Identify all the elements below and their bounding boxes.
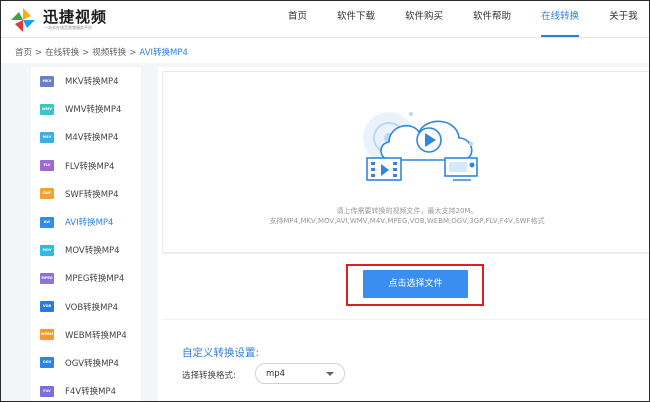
mkv-file-icon: MKV: [40, 75, 54, 87]
sidebar-item-label: AVI转换MP4: [65, 218, 114, 229]
sidebar-item-label: M4V转换MP4: [65, 133, 119, 144]
sidebar-item-label: WMV转换MP4: [65, 105, 122, 116]
swf-file-icon: SWF: [40, 188, 54, 200]
nav-home[interactable]: 首页: [271, 1, 322, 37]
sidebar-item-wmv[interactable]: WMV WMV转换MP4: [31, 95, 141, 123]
format-label: 选择转换格式:: [182, 371, 236, 381]
sidebar: MKV MKV转换MP4 WMV WMV转换MP4 M4V M4V转换MP4 FLV F…: [31, 67, 141, 401]
flv-file-icon: FLV: [40, 160, 54, 172]
divider: [162, 319, 649, 320]
vob-file-icon: VOB: [40, 301, 54, 313]
sidebar-item-label: F4V转换MP4: [65, 387, 116, 398]
breadcrumb-separator: >: [129, 48, 137, 58]
browser-frame: 迅捷视频 一站式在线音视频服务平台 首页 软件下载 软件购买 软件帮助 在线转换…: [0, 0, 650, 402]
logo-pinwheel-icon: [11, 8, 35, 32]
breadcrumb-current: AVI转换MP4: [139, 48, 188, 58]
sidebar-item-label: OGV转换MP4: [65, 358, 119, 369]
sidebar-item-flv[interactable]: FLV FLV转换MP4: [31, 152, 141, 180]
sidebar-item-label: WEBM转换MP4: [65, 330, 127, 341]
breadcrumb-video-convert[interactable]: 视频转换: [92, 48, 126, 58]
upload-tip-formats: 支持MP4,MKV,MOV,AVI,WMV,M4V,MPEG,VOB,WEBM,…: [269, 217, 545, 225]
breadcrumb: 首页 > 在线转换 > 视频转换 > AVI转换MP4: [15, 46, 188, 58]
divider: [162, 253, 649, 254]
sidebar-item-mkv[interactable]: MKV MKV转换MP4: [31, 67, 141, 95]
format-select-value: mp4: [266, 369, 286, 379]
sidebar-item-label: MOV转换MP4: [65, 246, 120, 257]
breadcrumb-online-convert[interactable]: 在线转换: [45, 48, 79, 58]
sidebar-item-avi[interactable]: AVI AVI转换MP4: [31, 208, 141, 236]
logo-subtitle: 一站式在线音视频服务平台: [44, 25, 92, 30]
upload-tip-size: 请上传需要转换的视频文件，最大支持20M。: [336, 207, 478, 215]
sidebar-item-label: VOB转换MP4: [65, 302, 119, 313]
sidebar-item-webm[interactable]: WEBM WEBM转换MP4: [31, 321, 141, 349]
converter-panel: 请上传需要转换的视频文件，最大支持20M。 支持MP4,MKV,MOV,AVI,…: [158, 67, 649, 401]
chevron-down-icon: [326, 372, 334, 376]
sidebar-item-label: FLV转换MP4: [65, 161, 115, 172]
sidebar-item-label: MPEG转换MP4: [65, 274, 125, 285]
breadcrumb-separator: >: [82, 48, 90, 58]
f4v-file-icon: F4V: [40, 385, 54, 397]
logo-text: 迅捷视频: [43, 8, 108, 26]
sidebar-item-label: MKV转换MP4: [65, 77, 119, 88]
format-select[interactable]: mp4: [255, 363, 345, 384]
custom-settings-title: 自定义转换设置:: [182, 347, 260, 359]
nav-about[interactable]: 关于我: [594, 1, 649, 37]
nav-software-help[interactable]: 软件帮助: [458, 1, 526, 37]
sidebar-item-ogv[interactable]: OGV OGV转换MP4: [31, 349, 141, 377]
select-file-button[interactable]: 点击选择文件: [363, 270, 468, 298]
nav-online-convert[interactable]: 在线转换: [526, 1, 594, 37]
sidebar-item-mov[interactable]: MOV MOV转换MP4: [31, 236, 141, 264]
cloud-video-upload-icon: [363, 112, 478, 181]
mov-file-icon: MOV: [40, 244, 54, 256]
ogv-file-icon: OGV: [40, 357, 54, 369]
sidebar-item-m4v[interactable]: M4V M4V转换MP4: [31, 123, 141, 151]
webm-file-icon: WEBM: [40, 329, 54, 341]
upload-dropzone[interactable]: 请上传需要转换的视频文件，最大支持20M。 支持MP4,MKV,MOV,AVI,…: [162, 71, 649, 253]
m4v-file-icon: M4V: [40, 131, 54, 143]
nav-software-purchase[interactable]: 软件购买: [390, 1, 458, 37]
sidebar-item-mpeg[interactable]: MPEG MPEG转换MP4: [31, 264, 141, 292]
mpeg-file-icon: MPEG: [40, 272, 54, 284]
avi-file-icon: AVI: [40, 216, 54, 228]
site-header: 迅捷视频 一站式在线音视频服务平台 首页 软件下载 软件购买 软件帮助 在线转换…: [1, 1, 649, 38]
site-logo[interactable]: 迅捷视频 一站式在线音视频服务平台: [9, 6, 129, 34]
sidebar-item-f4v[interactable]: F4V F4V转换MP4: [31, 377, 141, 401]
sidebar-item-label: SWF转换MP4: [65, 189, 119, 200]
wmv-file-icon: WMV: [40, 103, 54, 115]
sidebar-item-swf[interactable]: SWF SWF转换MP4: [31, 180, 141, 208]
breadcrumb-home[interactable]: 首页: [15, 48, 32, 58]
main-nav: 首页 软件下载 软件购买 软件帮助 在线转换 关于我: [271, 1, 649, 37]
nav-software-download[interactable]: 软件下载: [322, 1, 390, 37]
sidebar-item-vob[interactable]: VOB VOB转换MP4: [31, 293, 141, 321]
breadcrumb-separator: >: [35, 48, 43, 58]
